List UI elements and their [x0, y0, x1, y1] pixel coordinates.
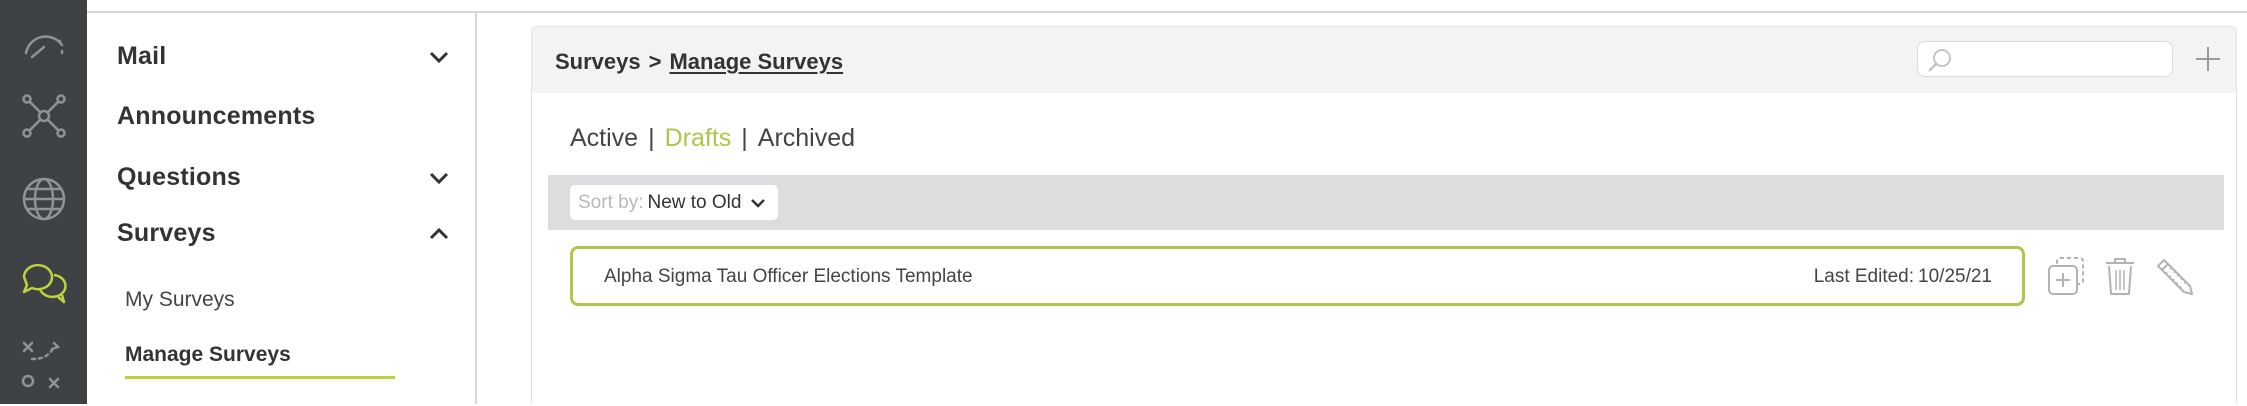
trash-icon	[2106, 258, 2134, 295]
last-edited-date: 10/25/21	[1918, 266, 1992, 287]
last-edited-label: Last Edited:	[1813, 266, 1915, 287]
chat-bubbles-icon[interactable]	[0, 238, 87, 324]
tab-separator: |	[741, 124, 748, 152]
sidebar-item-surveys[interactable]: Surveys	[117, 219, 452, 248]
breadcrumb-parent[interactable]: Surveys	[555, 49, 641, 75]
breadcrumb-current[interactable]: Manage Surveys	[669, 49, 843, 75]
duplicate-survey-button[interactable]	[2045, 254, 2089, 298]
tab-drafts[interactable]: Drafts	[665, 124, 732, 153]
main-panel: Surveys > Manage Surveys Active | Drafts…	[531, 26, 2237, 404]
plus-icon	[2196, 47, 2220, 71]
breadcrumb-separator-icon: >	[648, 49, 662, 74]
breadcrumb: Surveys > Manage Surveys	[555, 49, 843, 75]
search-input[interactable]	[1958, 46, 2163, 72]
survey-last-edited: Last Edited: 10/25/21	[1814, 266, 1992, 288]
sidebar-subitem-my-surveys[interactable]: My Surveys	[125, 288, 235, 312]
globe-icon[interactable]	[0, 156, 87, 242]
sidebar-item-label: Mail	[117, 42, 167, 70]
duplicate-icon	[2048, 257, 2084, 295]
edit-survey-button[interactable]	[2152, 254, 2196, 298]
search-box[interactable]	[1917, 41, 2173, 77]
chevron-up-icon[interactable]	[426, 221, 452, 247]
strategy-play-icon[interactable]	[0, 320, 87, 406]
add-survey-button[interactable]	[2190, 41, 2226, 77]
chevron-down-icon	[751, 198, 766, 208]
survey-name: Alpha Sigma Tau Officer Elections Templa…	[604, 266, 973, 287]
sort-value: New to Old	[647, 191, 742, 213]
sidebar-item-label: Questions	[117, 163, 242, 191]
pencil-icon	[2157, 259, 2193, 295]
sort-bar: Sort by: New to Old	[548, 175, 2224, 230]
tab-archived[interactable]: Archived	[758, 124, 855, 153]
sidebar-item-label: Surveys	[117, 219, 216, 247]
tab-active[interactable]: Active	[570, 124, 638, 153]
active-indicator	[125, 376, 395, 379]
network-nodes-icon[interactable]	[0, 73, 87, 159]
sidebar-subitem-manage-surveys[interactable]: Manage Surveys	[125, 343, 291, 367]
status-tabs: Active | Drafts | Archived	[570, 124, 855, 153]
delete-survey-button[interactable]	[2098, 254, 2142, 298]
tab-separator: |	[648, 124, 655, 152]
search-icon	[1928, 49, 1951, 72]
sort-prefix: Sort by:	[578, 191, 644, 213]
survey-list-item[interactable]: Alpha Sigma Tau Officer Elections Templa…	[570, 246, 2025, 306]
sidebar-item-label: Announcements	[117, 102, 316, 130]
icon-rail	[0, 0, 87, 404]
sidebar-item-questions[interactable]: Questions	[117, 163, 452, 192]
chevron-down-icon[interactable]	[426, 165, 452, 191]
sidebar-item-announcements[interactable]: Announcements	[117, 102, 452, 131]
chevron-down-icon[interactable]	[426, 44, 452, 70]
sort-dropdown[interactable]: Sort by: New to Old	[570, 185, 778, 220]
panel-header: Surveys > Manage Surveys	[532, 27, 2236, 93]
sidebar-item-mail[interactable]: Mail	[117, 42, 452, 71]
sidebar: Mail Announcements Questions Surveys My …	[87, 13, 477, 404]
